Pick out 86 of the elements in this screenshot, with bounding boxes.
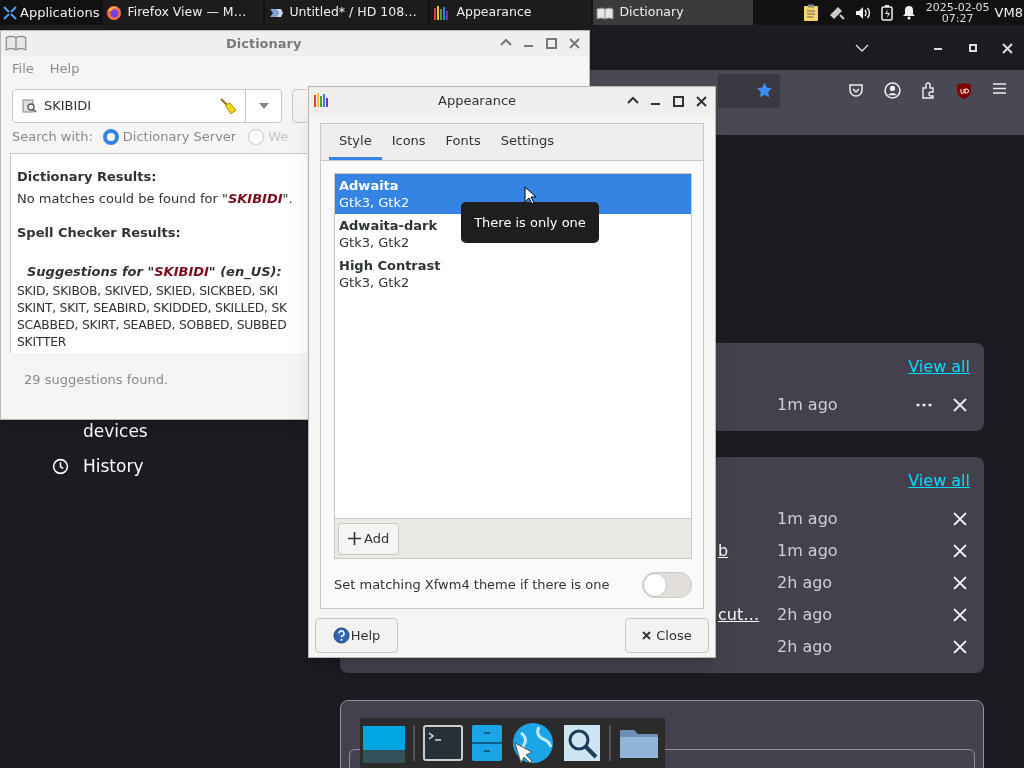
file-cabinet-icon[interactable] bbox=[471, 724, 503, 762]
suggestion-line: SKINT, SKIT, SEABIRD, SKIDDED, SKILLED, SK bbox=[17, 300, 287, 317]
sidebar-link[interactable]: devices bbox=[83, 421, 148, 441]
pocket-icon[interactable] bbox=[848, 82, 864, 98]
taskbar-button[interactable]: Dictionary bbox=[593, 0, 754, 25]
taskbar-button[interactable]: Firefox View — M… bbox=[103, 0, 264, 25]
date-label: 2025-02-05 bbox=[925, 1, 990, 13]
puzzle-icon[interactable] bbox=[920, 82, 936, 99]
desktop-icon[interactable] bbox=[363, 723, 405, 763]
volume-icon[interactable] bbox=[854, 5, 872, 20]
window-title: Dictionary bbox=[226, 34, 302, 53]
view-all-link[interactable]: View all bbox=[908, 355, 970, 379]
more-icon[interactable] bbox=[916, 403, 932, 407]
result-text: No matches could be found for "SKIBIDI". bbox=[17, 190, 294, 207]
search-with-label: Search with: bbox=[12, 128, 93, 147]
status-text: 29 suggestions found. bbox=[23, 371, 170, 389]
theme-subtitle: Gtk3, Gtk2 bbox=[339, 194, 410, 211]
magnifier-icon[interactable] bbox=[563, 724, 601, 762]
terminal-icon[interactable] bbox=[423, 725, 463, 761]
star-icon[interactable] bbox=[756, 82, 773, 99]
time-label: 1m ago bbox=[777, 540, 838, 562]
tab[interactable]: Fonts bbox=[435, 124, 491, 160]
fox-icon bbox=[106, 4, 123, 21]
clipboard-icon[interactable] bbox=[802, 3, 819, 22]
tab[interactable]: Style bbox=[329, 124, 382, 160]
toggle-switch[interactable] bbox=[642, 572, 692, 598]
time-label: 1m ago bbox=[777, 394, 838, 416]
account-icon[interactable] bbox=[884, 82, 901, 99]
clock[interactable]: 2025-02-05 07:27 bbox=[925, 1, 990, 24]
theme-name: High Contrast bbox=[339, 257, 441, 274]
view-all-link[interactable]: View all bbox=[908, 469, 970, 493]
sidebar-link[interactable]: History bbox=[83, 456, 144, 476]
taskbar-button[interactable]: Appearance bbox=[430, 0, 592, 25]
theme-name: Adwaita bbox=[339, 177, 399, 194]
plus-icon bbox=[348, 532, 361, 545]
theme-subtitle: Gtk3, Gtk2 bbox=[339, 234, 410, 251]
search-text: SKIBIDI bbox=[44, 97, 93, 116]
add-button[interactable]: Add bbox=[338, 522, 400, 555]
color-bars-icon bbox=[313, 92, 331, 108]
address-bar[interactable] bbox=[718, 74, 780, 108]
bell-icon[interactable] bbox=[901, 5, 916, 20]
search-field[interactable]: SKIBIDI bbox=[12, 89, 282, 123]
close-icon bbox=[642, 631, 652, 640]
help-button[interactable]: Help bbox=[315, 618, 398, 653]
globe-cursor-icon[interactable] bbox=[511, 721, 555, 765]
theme-name: Adwaita-dark bbox=[339, 217, 438, 234]
suggestion-line: SKITTER bbox=[17, 334, 67, 351]
theme-tooltip: There is only one bbox=[461, 202, 599, 243]
maximize-icon[interactable] bbox=[673, 96, 684, 107]
menu-icon[interactable] bbox=[992, 82, 1007, 95]
clock-icon bbox=[52, 457, 69, 475]
book-icon bbox=[5, 34, 27, 51]
suggestion-line: SKID, SKIBOB, SKIVED, SKIED, SICKBED, SKI bbox=[17, 283, 278, 300]
taskbar-button[interactable]: Untitled* / HD 108… bbox=[265, 0, 429, 25]
section-heading: Dictionary Results: bbox=[17, 168, 158, 185]
dropdown-icon[interactable] bbox=[258, 103, 269, 109]
section-heading: Spell Checker Results: bbox=[17, 224, 182, 241]
time-label: 2h ago bbox=[777, 604, 833, 626]
book-icon bbox=[596, 5, 615, 20]
battery-icon[interactable] bbox=[880, 4, 893, 21]
suggestion-line: SCABBED, SKIRT, SEABED, SOBBED, SUBBED bbox=[17, 317, 287, 334]
host-label: VM8 bbox=[994, 3, 1023, 22]
tab-title-link[interactable]: cut… bbox=[718, 603, 760, 627]
xfce-icon bbox=[3, 5, 17, 20]
shield-icon[interactable] bbox=[956, 82, 972, 99]
toggle-label: Set matching Xfwm4 theme if there is one bbox=[334, 576, 610, 595]
tab-title-link[interactable]: b bbox=[718, 539, 729, 563]
tab[interactable]: Icons bbox=[381, 124, 436, 160]
mouse-cursor-icon bbox=[524, 186, 536, 205]
window-title: Appearance bbox=[438, 92, 517, 111]
time-label: 07:27 bbox=[941, 12, 974, 24]
help-icon bbox=[332, 627, 350, 644]
applications-menu[interactable]: Applications bbox=[0, 0, 102, 25]
shade-icon[interactable] bbox=[627, 96, 639, 104]
search-icon bbox=[22, 98, 38, 114]
broom-icon[interactable] bbox=[219, 97, 237, 115]
folder-icon[interactable] bbox=[619, 727, 659, 759]
tab[interactable]: Settings bbox=[490, 124, 564, 160]
theme-subtitle: Gtk3, Gtk2 bbox=[339, 274, 410, 291]
time-label: 2h ago bbox=[777, 636, 833, 658]
suggestions-heading: Suggestions for "SKIBIDI" (en_US): bbox=[27, 263, 283, 280]
time-label: 2h ago bbox=[777, 572, 833, 594]
close-button[interactable]: Close bbox=[625, 618, 709, 653]
close-icon[interactable] bbox=[696, 96, 707, 107]
tab-list-icon[interactable] bbox=[855, 44, 869, 52]
time-label: 1m ago bbox=[777, 508, 838, 530]
